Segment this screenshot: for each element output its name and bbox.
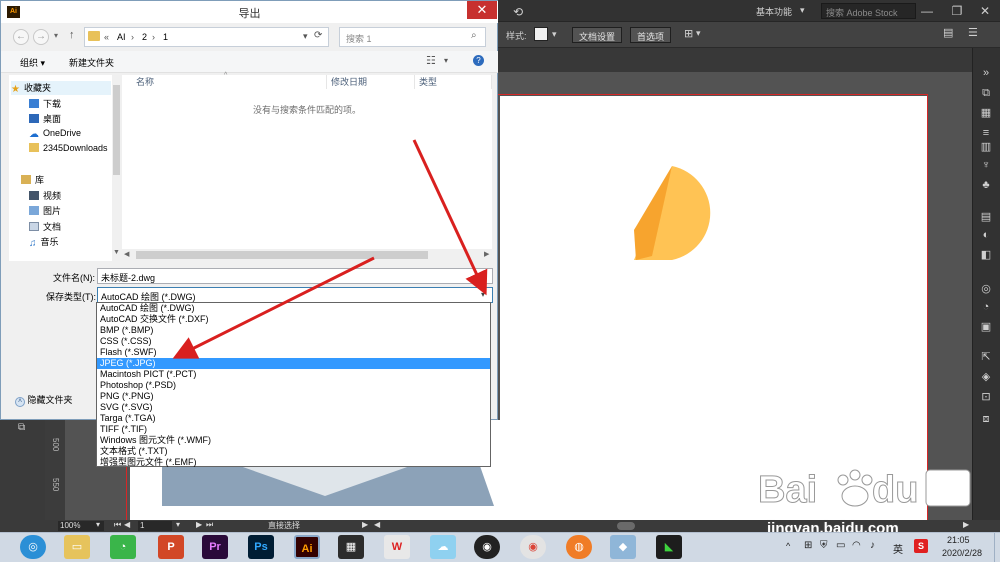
windows-taskbar — [0, 532, 1000, 562]
premiere-icon[interactable]: Pr — [202, 535, 228, 559]
clock-date[interactable]: 2020/2/28 — [942, 548, 982, 558]
tool-app-icon[interactable]: ◣ — [656, 535, 682, 559]
qq-penguin-icon[interactable]: ☁ — [430, 535, 456, 559]
tray-expand-icon[interactable]: ^ — [786, 541, 790, 551]
illustrator-taskbar-icon[interactable]: Ai — [294, 535, 320, 559]
notes-app-icon[interactable]: ◆ — [610, 535, 636, 559]
baidu-jingyan-logo: Bai du — [758, 469, 971, 512]
clock-time[interactable]: 21:05 — [947, 535, 970, 545]
battery-icon[interactable]: ▭ — [836, 540, 845, 551]
file-explorer-icon[interactable]: ▭ — [64, 535, 90, 559]
wechat-icon[interactable]: ◔ — [110, 535, 136, 559]
show-desktop-button[interactable] — [994, 533, 1000, 562]
security-icon[interactable]: ⛨ — [820, 540, 828, 551]
svg-text:Bai: Bai — [758, 469, 817, 511]
wifi-icon[interactable]: ◠ — [852, 540, 861, 551]
wps-icon[interactable]: W — [384, 535, 410, 559]
arrow-to-jpeg — [172, 256, 375, 359]
chrome-icon[interactable]: ◉ — [520, 535, 546, 559]
volume-icon[interactable]: ♪ — [870, 540, 875, 551]
browser-360-icon[interactable]: ◎ — [20, 535, 46, 559]
network-icon[interactable]: ⊞ — [804, 540, 812, 551]
sogou-ime-icon[interactable]: S — [914, 539, 928, 553]
svg-text:du: du — [872, 469, 918, 511]
ime-indicator[interactable]: 英 — [893, 541, 903, 556]
powerpoint-icon[interactable]: P — [158, 535, 184, 559]
firefox-icon[interactable]: ◍ — [566, 535, 592, 559]
video-editor-icon[interactable]: ▦ — [338, 535, 364, 559]
arrow-to-dropdown — [412, 139, 488, 296]
qq-icon[interactable]: ◉ — [474, 535, 500, 559]
photoshop-icon[interactable]: Ps — [248, 535, 274, 559]
